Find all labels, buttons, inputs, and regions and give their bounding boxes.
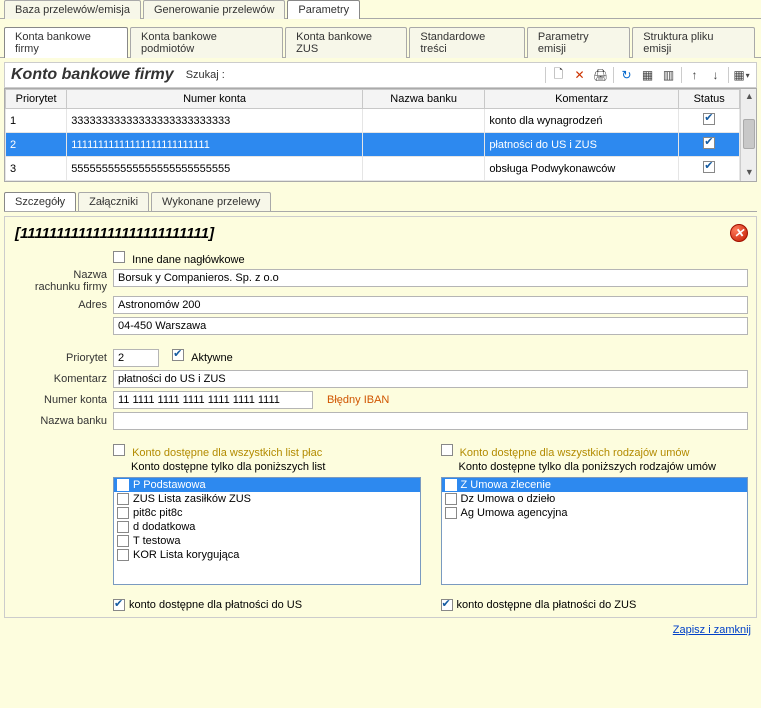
move-up-icon[interactable]: ↑ — [686, 67, 703, 84]
us-payments-label: konto dostępne dla płatności do US — [129, 599, 302, 611]
list-item-label: P Podstawowa — [133, 479, 206, 491]
list-item-checkbox[interactable] — [445, 493, 457, 505]
priority-field[interactable] — [113, 349, 159, 367]
table-row[interactable]: 133333333333333333333333333konto dla wyn… — [6, 109, 740, 133]
account-name-field[interactable] — [113, 269, 748, 287]
save-and-close-link[interactable]: Zapisz i zamknij — [0, 618, 761, 636]
account-name-label-2: rachunku firmy — [35, 281, 107, 293]
priority-label: Priorytet — [13, 352, 113, 364]
status-checkbox[interactable] — [703, 113, 715, 125]
list-item-checkbox[interactable] — [117, 507, 129, 519]
list-item-label: KOR Lista korygująca — [133, 549, 239, 561]
page-title: Konto bankowe firmy — [11, 66, 174, 84]
sub-tab-4[interactable]: Parametry emisji — [527, 27, 630, 58]
comment-field[interactable] — [113, 370, 748, 388]
grid-menu-icon[interactable]: ▦ — [733, 67, 750, 84]
account-name-label-1: Nazwa — [73, 269, 107, 281]
main-tab-2[interactable]: Parametry — [287, 0, 360, 19]
list-item-checkbox[interactable] — [117, 521, 129, 533]
list-item[interactable]: P Podstawowa — [114, 478, 420, 492]
list-item-label: ZUS Lista zasiłków ZUS — [133, 493, 251, 505]
selected-contracts-label: Konto dostępne tylko dla poniższych rodz… — [459, 461, 749, 473]
active-checkbox[interactable] — [172, 349, 184, 361]
account-number-label: Numer konta — [13, 394, 113, 406]
selected-payrolls-label: Konto dostępne tylko dla poniższych list — [131, 461, 421, 473]
list-item[interactable]: d dodatkowa — [114, 520, 420, 534]
sub-tab-0[interactable]: Konta bankowe firmy — [4, 27, 128, 58]
detail-tab-0[interactable]: Szczegóły — [4, 192, 76, 211]
other-header-label: Inne dane nagłówkowe — [132, 254, 245, 266]
list-item-label: Dz Umowa o dzieło — [461, 493, 556, 505]
zus-payments-checkbox[interactable] — [441, 599, 453, 611]
search-label: Szukaj : — [186, 69, 225, 81]
new-icon[interactable]: 🗋 — [550, 67, 567, 84]
list-item-label: pit8c pit8c — [133, 507, 183, 519]
list-item-checkbox[interactable] — [117, 549, 129, 561]
sub-tab-1[interactable]: Konta bankowe podmiotów — [130, 27, 283, 58]
account-number-field[interactable] — [113, 391, 313, 409]
close-icon[interactable]: ✕ — [730, 224, 748, 242]
all-payrolls-label: Konto dostępne dla wszystkich list płac — [132, 447, 322, 459]
contract-listbox[interactable]: Z Umowa zlecenie Dz Umowa o dzieło Ag Umow… — [441, 477, 749, 585]
list-item-label: T testowa — [133, 535, 181, 547]
columns-icon[interactable]: ▦ — [639, 67, 656, 84]
list-item[interactable]: Ag Umowa agencyjna — [442, 506, 748, 520]
list-item[interactable]: KOR Lista korygująca — [114, 548, 420, 562]
table-row[interactable]: 355555555555555555555555555obsługa Podwy… — [6, 157, 740, 181]
layout-icon[interactable]: ▥ — [660, 67, 677, 84]
status-checkbox[interactable] — [703, 161, 715, 173]
detail-header-id: [11111111111111111111111111] — [15, 225, 214, 242]
iban-error: Błędny IBAN — [327, 394, 389, 406]
address-label: Adres — [13, 299, 113, 311]
address1-field[interactable] — [113, 296, 748, 314]
sub-tab-3[interactable]: Standardowe treści — [409, 27, 525, 58]
delete-icon[interactable]: ✕ — [571, 67, 588, 84]
main-tab-1[interactable]: Generowanie przelewów — [143, 0, 285, 19]
address2-field[interactable] — [113, 317, 748, 335]
list-item[interactable]: Z Umowa zlecenie — [442, 478, 748, 492]
grid-scrollbar[interactable]: ▲ ▼ — [740, 89, 756, 181]
grid-header[interactable]: Komentarz — [485, 90, 679, 109]
move-down-icon[interactable]: ↓ — [707, 67, 724, 84]
comment-label: Komentarz — [13, 373, 113, 385]
list-item[interactable]: Dz Umowa o dzieło — [442, 492, 748, 506]
zus-payments-label: konto dostępne dla płatności do ZUS — [457, 599, 637, 611]
all-contracts-label: Konto dostępne dla wszystkich rodzajów u… — [460, 447, 690, 459]
all-payrolls-checkbox[interactable] — [113, 444, 125, 456]
print-icon[interactable]: 🖨 — [592, 67, 609, 84]
list-item-label: Ag Umowa agencyjna — [461, 507, 568, 519]
bank-name-field[interactable] — [113, 412, 748, 430]
table-row[interactable]: 211111111111111111111111111płatności do … — [6, 133, 740, 157]
list-item-label: Z Umowa zlecenie — [461, 479, 551, 491]
main-tab-0[interactable]: Baza przelewów/emisja — [4, 0, 141, 19]
list-item-checkbox[interactable] — [117, 535, 129, 547]
detail-tab-1[interactable]: Załączniki — [78, 192, 149, 211]
list-item-checkbox[interactable] — [117, 479, 129, 491]
accounts-table[interactable]: PriorytetNumer kontaNazwa bankuKomentarz… — [5, 89, 740, 181]
bank-name-label: Nazwa banku — [13, 415, 113, 427]
refresh-icon[interactable]: ↻ — [618, 67, 635, 84]
grid-header[interactable]: Status — [679, 90, 740, 109]
list-item-checkbox[interactable] — [445, 507, 457, 519]
sub-tab-5[interactable]: Struktura pliku emisji — [632, 27, 755, 58]
payroll-listbox[interactable]: P Podstawowa ZUS Lista zasiłków ZUS pit8c … — [113, 477, 421, 585]
all-contracts-checkbox[interactable] — [441, 444, 453, 456]
list-item[interactable]: ZUS Lista zasiłków ZUS — [114, 492, 420, 506]
sub-tab-2[interactable]: Konta bankowe ZUS — [285, 27, 407, 58]
other-header-checkbox[interactable] — [113, 251, 125, 263]
grid-header[interactable]: Numer konta — [67, 90, 363, 109]
grid-header[interactable]: Nazwa banku — [362, 90, 484, 109]
grid-header[interactable]: Priorytet — [6, 90, 67, 109]
list-item-checkbox[interactable] — [117, 493, 129, 505]
list-item[interactable]: T testowa — [114, 534, 420, 548]
list-item-checkbox[interactable] — [445, 479, 457, 491]
list-item[interactable]: pit8c pit8c — [114, 506, 420, 520]
list-item-label: d dodatkowa — [133, 521, 195, 533]
status-checkbox[interactable] — [703, 137, 715, 149]
us-payments-checkbox[interactable] — [113, 599, 125, 611]
active-label: Aktywne — [191, 352, 233, 364]
detail-tab-2[interactable]: Wykonane przelewy — [151, 192, 271, 211]
